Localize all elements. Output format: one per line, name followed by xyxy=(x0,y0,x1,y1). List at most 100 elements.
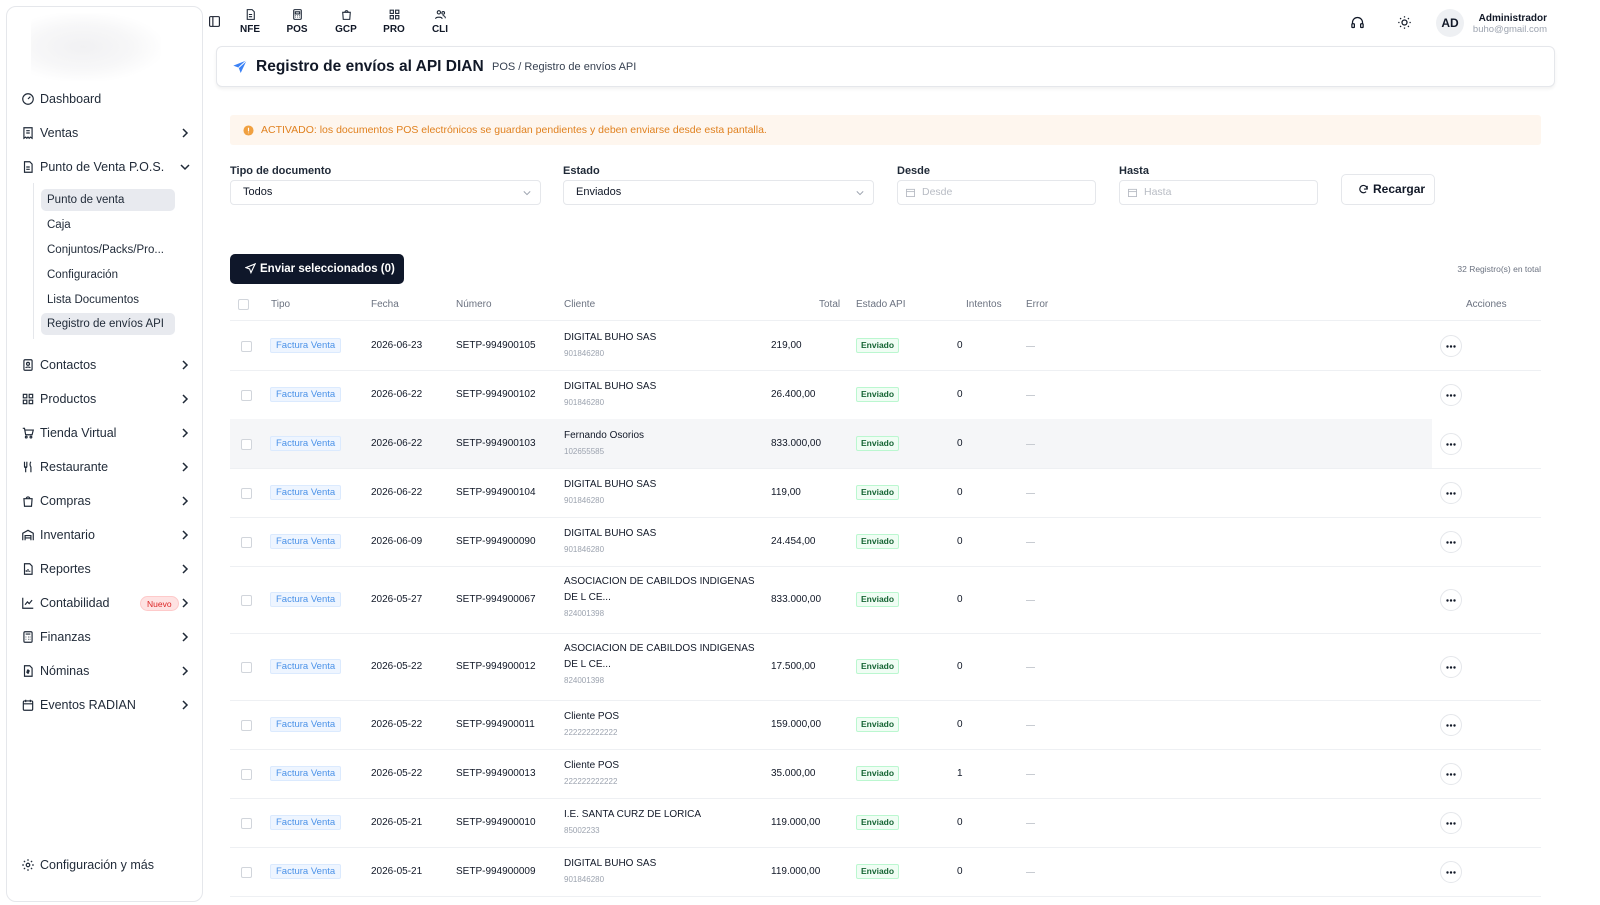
to-date-input[interactable]: Hasta xyxy=(1119,180,1318,205)
row-actions-button[interactable] xyxy=(1440,656,1462,678)
sidebar-item-eventos-radian[interactable]: Eventos RADIAN xyxy=(7,691,204,719)
settings-more-link[interactable]: Configuración y más xyxy=(7,851,204,879)
from-date-input[interactable]: Desde xyxy=(897,180,1096,205)
sidebar-item-compras[interactable]: Compras xyxy=(7,487,204,515)
status-value: Enviados xyxy=(576,186,622,198)
sidebar-item-productos[interactable]: Productos xyxy=(7,385,204,413)
support-button[interactable] xyxy=(1350,15,1365,30)
status-badge: Enviado xyxy=(856,766,900,781)
sidebar-item-contabilidad[interactable]: Contabilidad Nuevo xyxy=(7,589,204,617)
send-selected-button[interactable]: Enviar seleccionados (0) xyxy=(230,254,404,284)
row-checkbox[interactable] xyxy=(241,439,252,450)
sidebar-item-tienda-virtual[interactable]: Tienda Virtual xyxy=(7,419,204,447)
row-actions-button[interactable] xyxy=(1440,812,1462,834)
number-cell: SETP-994900012 xyxy=(456,661,536,672)
sidebar-item-label: Nóminas xyxy=(40,664,90,678)
submenu-item[interactable]: Caja xyxy=(41,214,175,236)
table-row[interactable]: Factura Venta 2026-06-22 SETP-994900102 DIG… xyxy=(230,370,1541,419)
more-horizontal-icon xyxy=(1446,724,1456,727)
table-row[interactable]: Factura Venta 2026-06-22 SETP-994900103 Fer… xyxy=(230,419,1541,468)
client-cell: I.E. SANTA CURZ DE LORICA 85002233 xyxy=(564,807,764,837)
row-checkbox[interactable] xyxy=(241,595,252,606)
row-actions-button[interactable] xyxy=(1440,482,1462,504)
sun-icon xyxy=(1398,16,1411,29)
submenu-item[interactable]: Lista Documentos xyxy=(41,289,175,311)
doc-type-badge: Factura Venta xyxy=(270,659,342,674)
total-cell: 119,00 xyxy=(771,487,801,498)
row-checkbox[interactable] xyxy=(241,769,252,780)
row-checkbox[interactable] xyxy=(241,818,252,829)
module-pro-button[interactable]: PRO xyxy=(376,8,412,38)
sidebar-item-finanzas[interactable]: Finanzas xyxy=(7,623,204,651)
table-row[interactable]: Factura Venta 2026-05-21 SETP-994900010 I.E… xyxy=(230,798,1541,847)
row-checkbox[interactable] xyxy=(241,390,252,401)
module-gcp-button[interactable]: GCP xyxy=(328,8,364,38)
row-actions-button[interactable] xyxy=(1440,763,1462,785)
total-cell: 35.000,00 xyxy=(771,768,816,779)
client-cell: Fernando Osorios 102655585 xyxy=(564,428,764,458)
row-checkbox[interactable] xyxy=(241,867,252,878)
table-row[interactable]: Factura Venta 2026-06-09 SETP-994900090 DIG… xyxy=(230,517,1541,566)
row-checkbox[interactable] xyxy=(241,720,252,731)
doc-type-badge: Factura Venta xyxy=(270,815,342,830)
row-actions-button[interactable] xyxy=(1440,433,1462,455)
reload-button[interactable]: Recargar xyxy=(1341,174,1435,205)
number-cell: SETP-994900102 xyxy=(456,389,536,400)
table-row[interactable]: Factura Venta 2026-05-22 SETP-994900013 Cli… xyxy=(230,749,1541,798)
table-row[interactable]: Factura Venta 2026-06-23 SETP-994900105 DIG… xyxy=(230,321,1541,370)
error-empty-dash xyxy=(1026,444,1035,445)
row-actions-button[interactable] xyxy=(1440,531,1462,553)
table-row[interactable]: Factura Venta 2026-05-22 SETP-994900012 ASO… xyxy=(230,633,1541,700)
row-actions-button[interactable] xyxy=(1440,589,1462,611)
row-actions-button[interactable] xyxy=(1440,335,1462,357)
sidebar-item-restaurante[interactable]: Restaurante xyxy=(7,453,204,481)
error-empty-dash xyxy=(1026,493,1035,494)
status-select[interactable]: Enviados xyxy=(563,180,874,205)
sidebar-item-inventario[interactable]: Inventario xyxy=(7,521,204,549)
submenu-item[interactable]: Configuración xyxy=(41,264,175,286)
user-avatar[interactable]: AD xyxy=(1436,9,1464,37)
number-cell: SETP-994900009 xyxy=(456,866,536,877)
table-row[interactable]: Factura Venta 2026-06-22 SETP-994900104 DIG… xyxy=(230,468,1541,517)
submenu-item[interactable]: Punto de venta xyxy=(41,189,175,211)
doc-type-select[interactable]: Todos xyxy=(230,180,541,205)
col-estado: Estado API xyxy=(856,299,906,310)
sidebar-item-ventas[interactable]: Ventas xyxy=(7,119,204,147)
module-pos-button[interactable]: POS xyxy=(279,8,315,38)
row-checkbox[interactable] xyxy=(241,488,252,499)
error-empty-dash xyxy=(1026,600,1035,601)
select-all-checkbox[interactable] xyxy=(238,299,249,310)
sidebar-item-dashboard[interactable]: Dashboard xyxy=(7,85,204,113)
table-row[interactable]: Factura Venta 2026-05-21 SETP-994900009 DIG… xyxy=(230,847,1541,896)
sidebar-toggle-button[interactable] xyxy=(208,15,221,28)
sidebar-item-label: Punto de Venta P.O.S. xyxy=(40,160,165,174)
row-checkbox[interactable] xyxy=(241,341,252,352)
document-icon xyxy=(246,9,255,20)
row-checkbox[interactable] xyxy=(241,537,252,548)
doc-type-badge: Factura Venta xyxy=(270,338,342,353)
row-actions-button[interactable] xyxy=(1440,861,1462,883)
headset-icon xyxy=(1351,16,1364,29)
row-actions-button[interactable] xyxy=(1440,384,1462,406)
row-actions-button[interactable] xyxy=(1440,714,1462,736)
module-nfe-button[interactable]: NFE xyxy=(232,8,268,38)
company-logo[interactable] xyxy=(31,13,161,81)
module-cli-button[interactable]: CLI xyxy=(422,8,458,38)
sidebar-item-punto-de-venta-p-o-s[interactable]: Punto de Venta P.O.S. xyxy=(7,153,204,181)
status-badge: Enviado xyxy=(856,659,900,674)
submenu-item[interactable]: Conjuntos/Packs/Pro... xyxy=(41,239,175,261)
reload-label: Recargar xyxy=(1373,182,1426,196)
submenu-item[interactable]: Registro de envíos API xyxy=(41,313,175,335)
table-row[interactable]: Factura Venta 2026-05-27 SETP-994900067 ASO… xyxy=(230,566,1541,633)
date-cell: 2026-05-22 xyxy=(371,719,423,730)
row-checkbox[interactable] xyxy=(241,662,252,673)
chevron-right-icon xyxy=(182,462,189,472)
chevron-right-icon xyxy=(182,564,189,574)
sidebar-item-reportes[interactable]: Reportes xyxy=(7,555,204,583)
sidebar-item-nóminas[interactable]: Nóminas xyxy=(7,657,204,685)
table-row[interactable]: Factura Venta 2026-05-22 SETP-994900011 Cli… xyxy=(230,700,1541,749)
user-email: buho@gmail.com xyxy=(1472,24,1547,35)
sidebar-item-contactos[interactable]: Contactos xyxy=(7,351,204,379)
theme-toggle-button[interactable] xyxy=(1397,15,1412,30)
more-horizontal-icon xyxy=(1446,666,1456,669)
